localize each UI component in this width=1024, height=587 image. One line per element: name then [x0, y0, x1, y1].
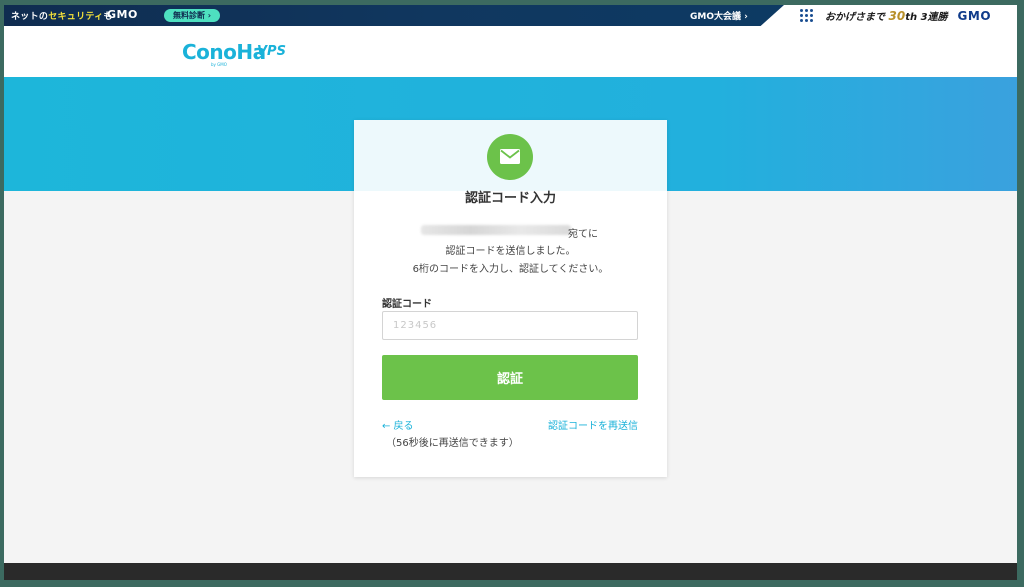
message-line-1: 宛てに	[568, 229, 598, 240]
gmo-meeting-link[interactable]: GMO大会議 ›	[690, 9, 748, 22]
back-link[interactable]: ← 戻る	[382, 417, 414, 432]
anniversary-banner[interactable]: おかげさまで 30th 3連勝	[825, 8, 948, 23]
resend-code-link[interactable]: 認証コードを再送信	[548, 417, 638, 432]
card-title: 認証コード入力	[464, 191, 556, 206]
gmo-tagline-prefix: ネットの	[11, 12, 49, 22]
gmo-logo-left[interactable]: GMO	[107, 8, 138, 21]
verify-button[interactable]: 認証	[382, 355, 638, 400]
vps-label: VPS	[257, 44, 286, 59]
anniversary-number: 30	[888, 9, 906, 23]
free-diagnosis-button[interactable]: 無料診断 ›	[164, 9, 221, 22]
mail-icon	[487, 134, 533, 180]
browser-window: ネットのセキュリティも GMO 無料診断 › GMO大会議 › おかげさまで 3…	[4, 5, 1017, 580]
gmo-logo-right[interactable]: GMO	[958, 9, 992, 23]
verification-card: 認証コード入力 宛てに 認証コードを送信しました。 6桁のコードを入力し、認証し…	[354, 120, 667, 477]
grid-icon[interactable]	[800, 9, 813, 22]
footer-bar	[4, 563, 1017, 580]
code-input[interactable]	[382, 311, 638, 340]
gmo-tagline-highlight: セキュリティ	[48, 12, 104, 22]
anniversary-suffix: th 3連勝	[905, 12, 948, 23]
masked-email	[421, 225, 571, 235]
code-field-label: 認証コード	[382, 299, 432, 310]
gmo-group-bar: ネットのセキュリティも GMO 無料診断 › GMO大会議 › おかげさまで 3…	[4, 5, 1017, 26]
conoha-logo-sub: by GMO	[211, 62, 227, 67]
gmo-bar-right: おかげさまで 30th 3連勝 GMO	[800, 5, 991, 26]
conoha-logo[interactable]: ConoHa	[182, 40, 266, 64]
anniversary-prefix: おかげさまで	[825, 12, 885, 23]
site-header: ConoHa by GMO VPS	[4, 26, 1017, 77]
gmo-tagline[interactable]: ネットのセキュリティも	[11, 9, 113, 22]
message-line-3: 6桁のコードを入力し、認証してください。	[412, 264, 609, 275]
resend-countdown-note: （56秒後に再送信できます）	[386, 438, 519, 449]
message-line-2: 認証コードを送信しました。	[445, 246, 576, 257]
